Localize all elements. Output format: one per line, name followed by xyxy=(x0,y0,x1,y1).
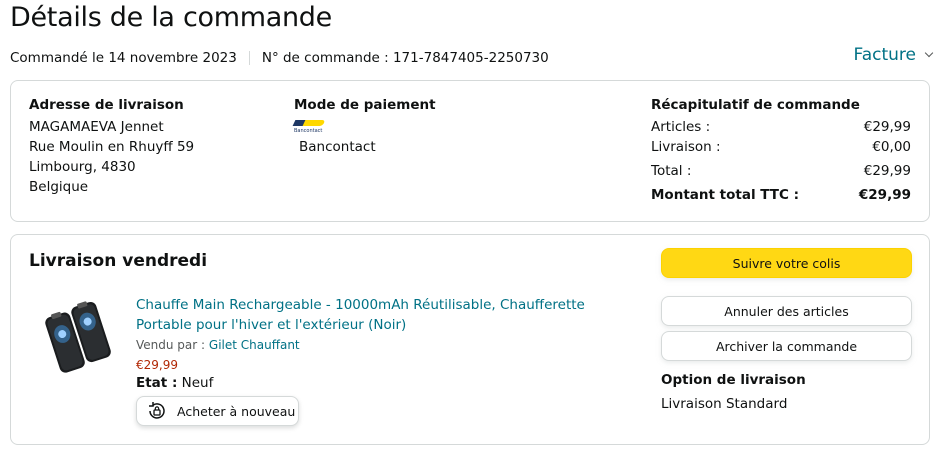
recap-value: €29,99 xyxy=(858,187,911,203)
address-line: Belgique xyxy=(29,179,89,195)
buy-again-label: Acheter à nouveau xyxy=(177,403,296,419)
invoice-dropdown[interactable]: Facture xyxy=(853,45,934,65)
condition-label: Etat : xyxy=(136,375,178,391)
archive-order-label: Archiver la commande xyxy=(715,338,858,354)
order-date: Commandé le 14 novembre 2023 xyxy=(10,50,237,66)
product-image[interactable] xyxy=(37,295,121,379)
product-details: Chauffe Main Rechargeable - 10000mAh Réu… xyxy=(136,295,636,391)
chevron-down-icon xyxy=(924,48,934,58)
bancontact-logo-text: Bancontact xyxy=(294,128,323,134)
recap-row-total: Total : €29,99 xyxy=(651,161,911,181)
recap-label: Articles : xyxy=(651,119,711,135)
archive-order-button[interactable]: Archiver la commande xyxy=(661,331,912,361)
payment-method: Mode de paiement Bancontact Bancontact xyxy=(292,97,436,155)
cancel-items-button[interactable]: Annuler des articles xyxy=(661,296,912,326)
shipping-address-heading: Adresse de livraison xyxy=(29,97,184,113)
shipping-option-heading: Option de livraison xyxy=(661,372,806,388)
recap-value: €29,99 xyxy=(863,119,911,135)
invoice-label: Facture xyxy=(853,45,917,65)
recap-label: Livraison : xyxy=(651,139,721,155)
delivery-title: Livraison vendredi xyxy=(29,251,208,271)
product-condition: Etat : Neuf xyxy=(136,375,636,391)
order-number: N° de commande : 171-7847405-2250730 xyxy=(261,50,549,66)
recap-label: Montant total TTC : xyxy=(651,187,799,203)
buy-again-button[interactable]: Acheter à nouveau xyxy=(136,396,299,426)
recap-value: €29,99 xyxy=(863,163,911,179)
order-meta: Commandé le 14 novembre 2023 N° de comma… xyxy=(10,50,549,66)
product-title-link[interactable]: Chauffe Main Rechargeable - 10000mAh Réu… xyxy=(136,295,636,335)
seller-info: Vendu par : Gilet Chauffant xyxy=(136,338,636,352)
address-line: Rue Moulin en Rhuyff 59 xyxy=(29,139,195,155)
recap-value: €0,00 xyxy=(872,139,911,155)
seller-link[interactable]: Gilet Chauffant xyxy=(209,338,300,352)
buy-again-icon xyxy=(149,402,165,419)
order-recap: Récapitulatif de commande Articles : €29… xyxy=(651,97,911,205)
recap-row-grand-total: Montant total TTC : €29,99 xyxy=(651,185,911,205)
shipping-option-value: Livraison Standard xyxy=(661,396,788,412)
address-line: MAGAMAEVA Jennet xyxy=(29,119,164,135)
cancel-items-label: Annuler des articles xyxy=(724,303,849,319)
recap-row-shipping: Livraison : €0,00 xyxy=(651,137,911,157)
seller-prefix: Vendu par : xyxy=(136,338,209,352)
address-line: Limbourg, 4830 xyxy=(29,159,136,175)
payment-heading: Mode de paiement xyxy=(294,97,436,113)
recap-heading: Récapitulatif de commande xyxy=(651,97,860,113)
order-summary-card: Adresse de livraison MAGAMAEVA Jennet Ru… xyxy=(10,80,930,222)
track-package-label: Suivre votre colis xyxy=(732,255,841,271)
track-package-button[interactable]: Suivre votre colis xyxy=(661,248,912,278)
meta-divider xyxy=(248,51,250,65)
recap-row-items: Articles : €29,99 xyxy=(651,117,911,137)
shipping-address: Adresse de livraison MAGAMAEVA Jennet Ru… xyxy=(29,97,194,197)
recap-label: Total : xyxy=(651,163,692,179)
bancontact-logo: Bancontact xyxy=(292,118,328,138)
delivery-card: Livraison vendredi Chauffe Main Recharge… xyxy=(10,234,930,445)
hand-warmer-image xyxy=(45,301,111,373)
product-price: €29,99 xyxy=(136,358,178,372)
payment-method-name: Bancontact xyxy=(299,139,376,155)
condition-value: Neuf xyxy=(177,375,214,391)
page-title: Détails de la commande xyxy=(10,2,332,33)
